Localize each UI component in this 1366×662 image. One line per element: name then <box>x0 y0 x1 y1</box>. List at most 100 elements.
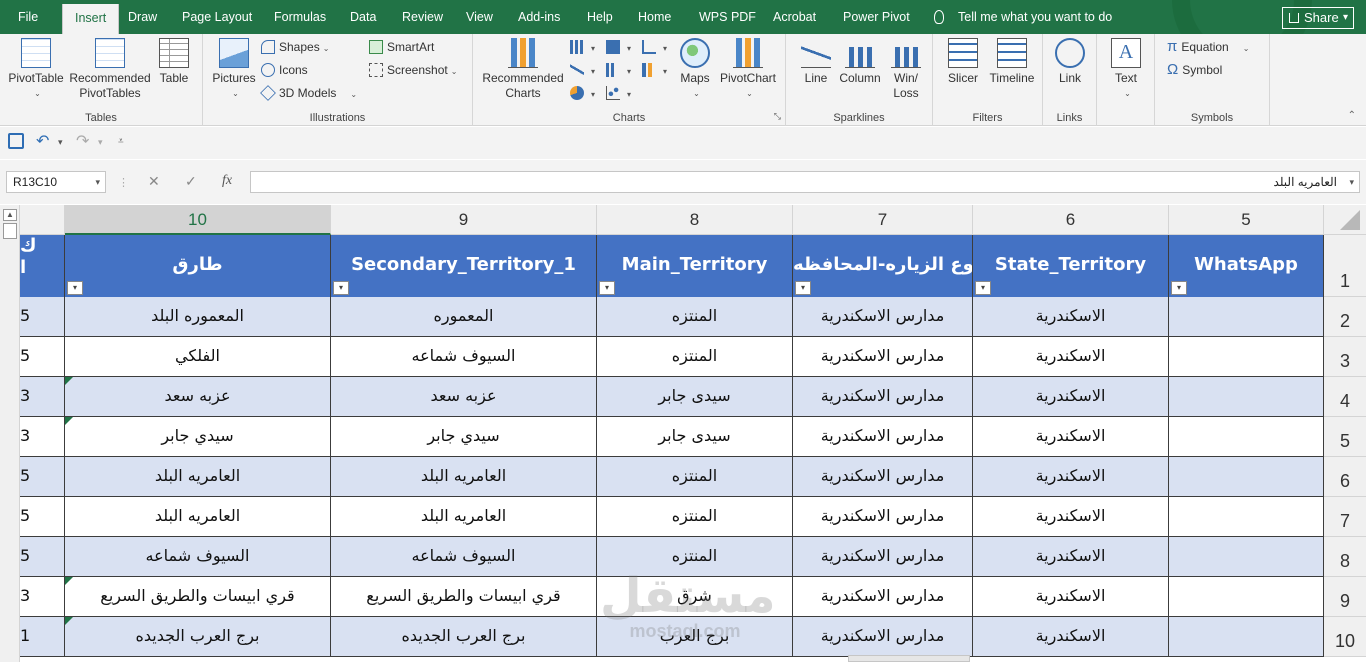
table-cell[interactable]: برج العرب <box>597 617 793 657</box>
tab-draw[interactable]: Draw <box>128 0 157 34</box>
number-as-text-indicator-icon[interactable] <box>65 377 73 385</box>
sparkline-line-button[interactable]: Line <box>796 38 836 86</box>
table-cell[interactable]: العامريه البلد <box>331 497 597 537</box>
share-button[interactable]: Share ▾ <box>1282 7 1354 29</box>
table-cell[interactable]: سيدى جابر <box>597 417 793 457</box>
tab-wps-pdf[interactable]: WPS PDF <box>699 0 756 34</box>
table-cell[interactable]: الفلكي <box>65 337 331 377</box>
table-cell[interactable]: مدارس الاسكندرية <box>793 537 973 577</box>
table-cell[interactable]: المنتزه <box>597 337 793 377</box>
table-cell[interactable]: عزبه سعد <box>331 377 597 417</box>
tab-view[interactable]: View <box>466 0 493 34</box>
table-cell[interactable]: الاسكندرية <box>973 377 1169 417</box>
table-cell-partial[interactable]: 5 <box>20 497 65 537</box>
shapes-button[interactable]: Shapes ⌄ <box>261 38 329 58</box>
table-header-cell[interactable]: WhatsApp ▾ <box>1169 235 1324 297</box>
row-header-1[interactable]: 1 <box>1324 235 1366 297</box>
table-cell[interactable]: الاسكندرية <box>973 577 1169 617</box>
vertical-scrollbar[interactable]: ▲ <box>0 205 20 662</box>
tab-insert[interactable]: Insert <box>62 4 120 34</box>
table-cell[interactable]: المنتزه <box>597 457 793 497</box>
row-header-6[interactable]: 6 <box>1324 457 1366 497</box>
table-cell[interactable]: مدارس الاسكندرية <box>793 497 973 537</box>
tab-formulas[interactable]: Formulas <box>274 0 326 34</box>
recommended-pivottables-button[interactable]: Recommended PivotTables <box>68 38 152 101</box>
3d-models-button[interactable]: 3D Models ⌄ <box>260 84 357 104</box>
recommended-charts-button[interactable]: Recommended Charts <box>481 38 565 101</box>
smartart-button[interactable]: SmartArt <box>369 38 434 56</box>
filter-dropdown-icon[interactable]: ▾ <box>333 281 349 295</box>
table-cell[interactable]: المعموره البلد <box>65 297 331 337</box>
column-chart-dropdown[interactable]: ▾ <box>570 38 595 58</box>
column-header-partial[interactable] <box>20 205 65 235</box>
filter-dropdown-icon[interactable]: ▾ <box>1171 281 1187 295</box>
filter-dropdown-icon[interactable]: ▾ <box>795 281 811 295</box>
filter-dropdown-icon[interactable]: ▾ <box>599 281 615 295</box>
worksheet-grid[interactable]: ▲ 10 9 8 7 6 5 طارق ▾ Secondary_Territory_1 ▾ Main… <box>0 205 1366 662</box>
table-cell[interactable] <box>1169 537 1324 577</box>
insert-function-button[interactable]: fx <box>222 173 232 189</box>
statistic-chart-dropdown[interactable]: ▾ <box>606 61 631 81</box>
table-cell[interactable] <box>1169 377 1324 417</box>
table-cell[interactable]: الاسكندرية <box>973 337 1169 377</box>
table-cell[interactable]: المنتزه <box>597 497 793 537</box>
combo-chart-dropdown[interactable]: ▾ <box>642 61 667 81</box>
table-cell[interactable]: مدارس الاسكندرية <box>793 417 973 457</box>
save-icon[interactable] <box>8 133 24 149</box>
table-cell[interactable]: قري ابيسات والطريق السريع <box>65 577 331 617</box>
table-cell[interactable]: المنتزه <box>597 297 793 337</box>
table-cell[interactable]: سيدي جابر <box>65 417 331 457</box>
column-header-5[interactable]: 5 <box>1169 205 1324 235</box>
column-header-9[interactable]: 9 <box>331 205 597 235</box>
table-header-cell[interactable]: Main_Territory ▾ <box>597 235 793 297</box>
link-button[interactable]: Link <box>1051 38 1089 86</box>
filter-dropdown-icon[interactable]: ▾ <box>67 281 83 295</box>
table-cell[interactable]: العامريه البلد <box>331 457 597 497</box>
formula-input[interactable]: العامريه البلد ▾ <box>250 171 1360 193</box>
timeline-button[interactable]: Timeline <box>985 38 1039 86</box>
table-cell[interactable]: مدارس الاسكندرية <box>793 337 973 377</box>
tab-add-ins[interactable]: Add-ins <box>518 0 560 34</box>
table-cell-partial[interactable]: 3 <box>20 377 65 417</box>
tab-review[interactable]: Review <box>402 0 443 34</box>
undo-icon[interactable]: ↶ <box>36 131 49 151</box>
table-header-cell[interactable]: نوع الزياره-المحافظه ▾ <box>793 235 973 297</box>
tell-me-search[interactable]: Tell me what you want to do <box>934 0 1112 34</box>
column-header-6[interactable]: 6 <box>973 205 1169 235</box>
table-cell[interactable]: مدارس الاسكندرية <box>793 377 973 417</box>
pie-chart-dropdown[interactable]: ▾ <box>570 84 595 104</box>
row-header-10[interactable]: 10 <box>1324 617 1366 657</box>
tab-data[interactable]: Data <box>350 0 376 34</box>
table-cell[interactable] <box>1169 297 1324 337</box>
redo-icon[interactable]: ↷ <box>76 131 89 151</box>
pivotchart-button[interactable]: PivotChart ⌄ <box>717 38 779 101</box>
table-cell[interactable]: الاسكندرية <box>973 537 1169 577</box>
tab-home[interactable]: Home <box>638 0 671 34</box>
tab-help[interactable]: Help <box>587 0 613 34</box>
table-cell[interactable]: السيوف شماعه <box>331 337 597 377</box>
tab-file[interactable]: File <box>18 0 38 34</box>
redo-dropdown-icon[interactable]: ▾ <box>98 137 103 148</box>
collapse-ribbon-icon[interactable]: ⌃ <box>1348 110 1356 121</box>
column-header-10[interactable]: 10 <box>65 205 331 235</box>
table-cell[interactable]: العامريه البلد <box>65 457 331 497</box>
table-cell-partial[interactable]: 3 <box>20 417 65 457</box>
maps-button[interactable]: Maps ⌄ <box>673 38 717 101</box>
table-cell[interactable]: قري ابيسات والطريق السريع <box>331 577 597 617</box>
scroll-thumb[interactable] <box>3 223 17 239</box>
cancel-icon[interactable]: ✕ <box>148 173 160 190</box>
row-header-8[interactable]: 8 <box>1324 537 1366 577</box>
enter-check-icon[interactable]: ✓ <box>185 173 197 190</box>
table-cell[interactable]: السيوف شماعه <box>331 537 597 577</box>
table-cell[interactable]: مدارس الاسكندرية <box>793 617 973 657</box>
line-chart-dropdown[interactable]: ▾ <box>570 61 595 81</box>
table-cell[interactable]: العامريه البلد <box>65 497 331 537</box>
name-box[interactable]: R13C10 ▾ <box>6 171 106 193</box>
table-cell[interactable] <box>1169 577 1324 617</box>
table-cell[interactable] <box>1169 457 1324 497</box>
table-cell[interactable]: عزبه سعد <box>65 377 331 417</box>
table-cell[interactable]: السيوف شماعه <box>65 537 331 577</box>
equation-button[interactable]: π Equation ⌄ <box>1167 38 1249 58</box>
select-all-corner[interactable] <box>1324 205 1366 235</box>
table-cell-partial[interactable]: 1 <box>20 617 65 657</box>
